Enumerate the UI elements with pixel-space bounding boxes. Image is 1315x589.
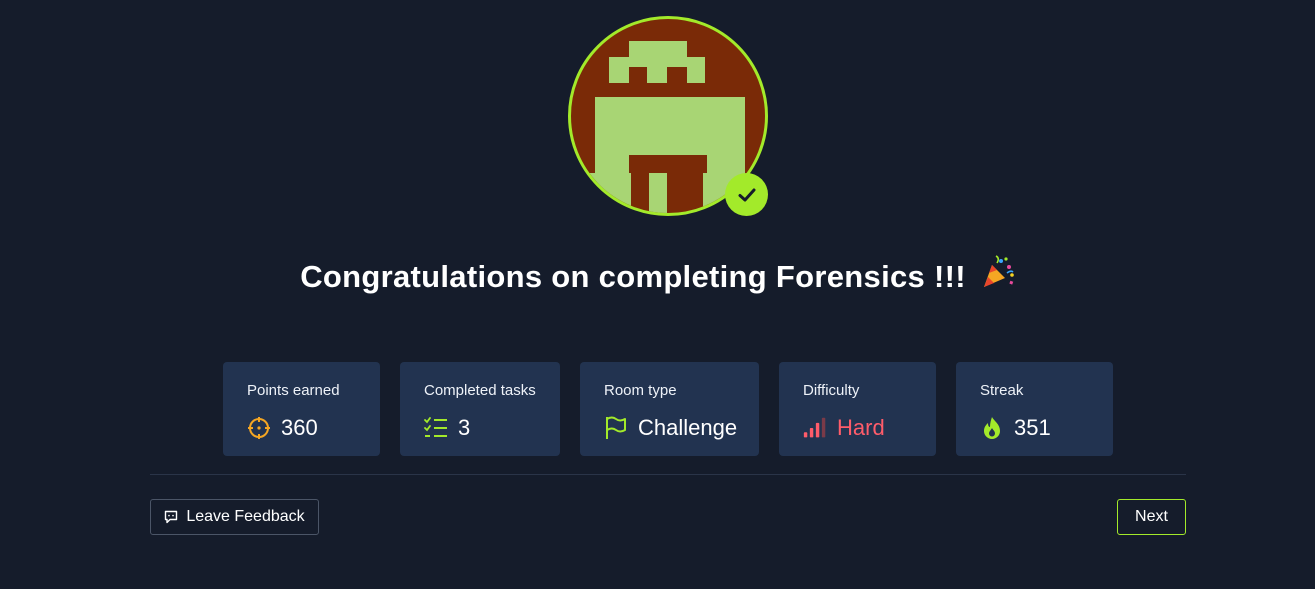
heading-text: Congratulations on completing Forensics … (300, 259, 966, 295)
check-icon (725, 173, 768, 216)
next-button[interactable]: Next (1117, 499, 1186, 535)
next-label: Next (1135, 508, 1168, 525)
crosshair-icon (247, 416, 271, 440)
leave-feedback-label: Leave Feedback (186, 508, 305, 525)
room-avatar (568, 16, 768, 216)
flag-icon (604, 416, 628, 440)
leave-feedback-button[interactable]: Leave Feedback (150, 499, 319, 535)
stat-difficulty: Difficulty Hard (779, 362, 936, 456)
stat-label: Points earned (247, 382, 340, 399)
stat-value: Hard (837, 415, 885, 440)
stat-label: Difficulty (803, 382, 860, 399)
signal-bars-icon (803, 416, 827, 440)
stat-points-earned: Points earned 360 (223, 362, 380, 456)
stat-completed-tasks: Completed tasks 3 (400, 362, 560, 456)
message-icon (164, 510, 178, 524)
stat-value: 3 (458, 415, 471, 440)
divider (150, 474, 1186, 475)
stat-label: Room type (604, 382, 677, 399)
stat-value: 351 (1014, 415, 1051, 440)
stat-room-type: Room type Challenge (580, 362, 759, 456)
flame-icon (980, 416, 1004, 440)
completion-heading: Congratulations on completing Forensics … (0, 255, 1315, 300)
stat-streak: Streak 351 (956, 362, 1113, 456)
stat-value: 360 (281, 415, 318, 440)
party-popper-icon (981, 255, 1015, 297)
room-completion-page: Congratulations on completing Forensics … (0, 0, 1315, 589)
checklist-icon (424, 416, 448, 440)
stat-value: Challenge (638, 415, 738, 440)
stat-label: Streak (980, 382, 1024, 399)
stat-label: Completed tasks (424, 382, 536, 399)
